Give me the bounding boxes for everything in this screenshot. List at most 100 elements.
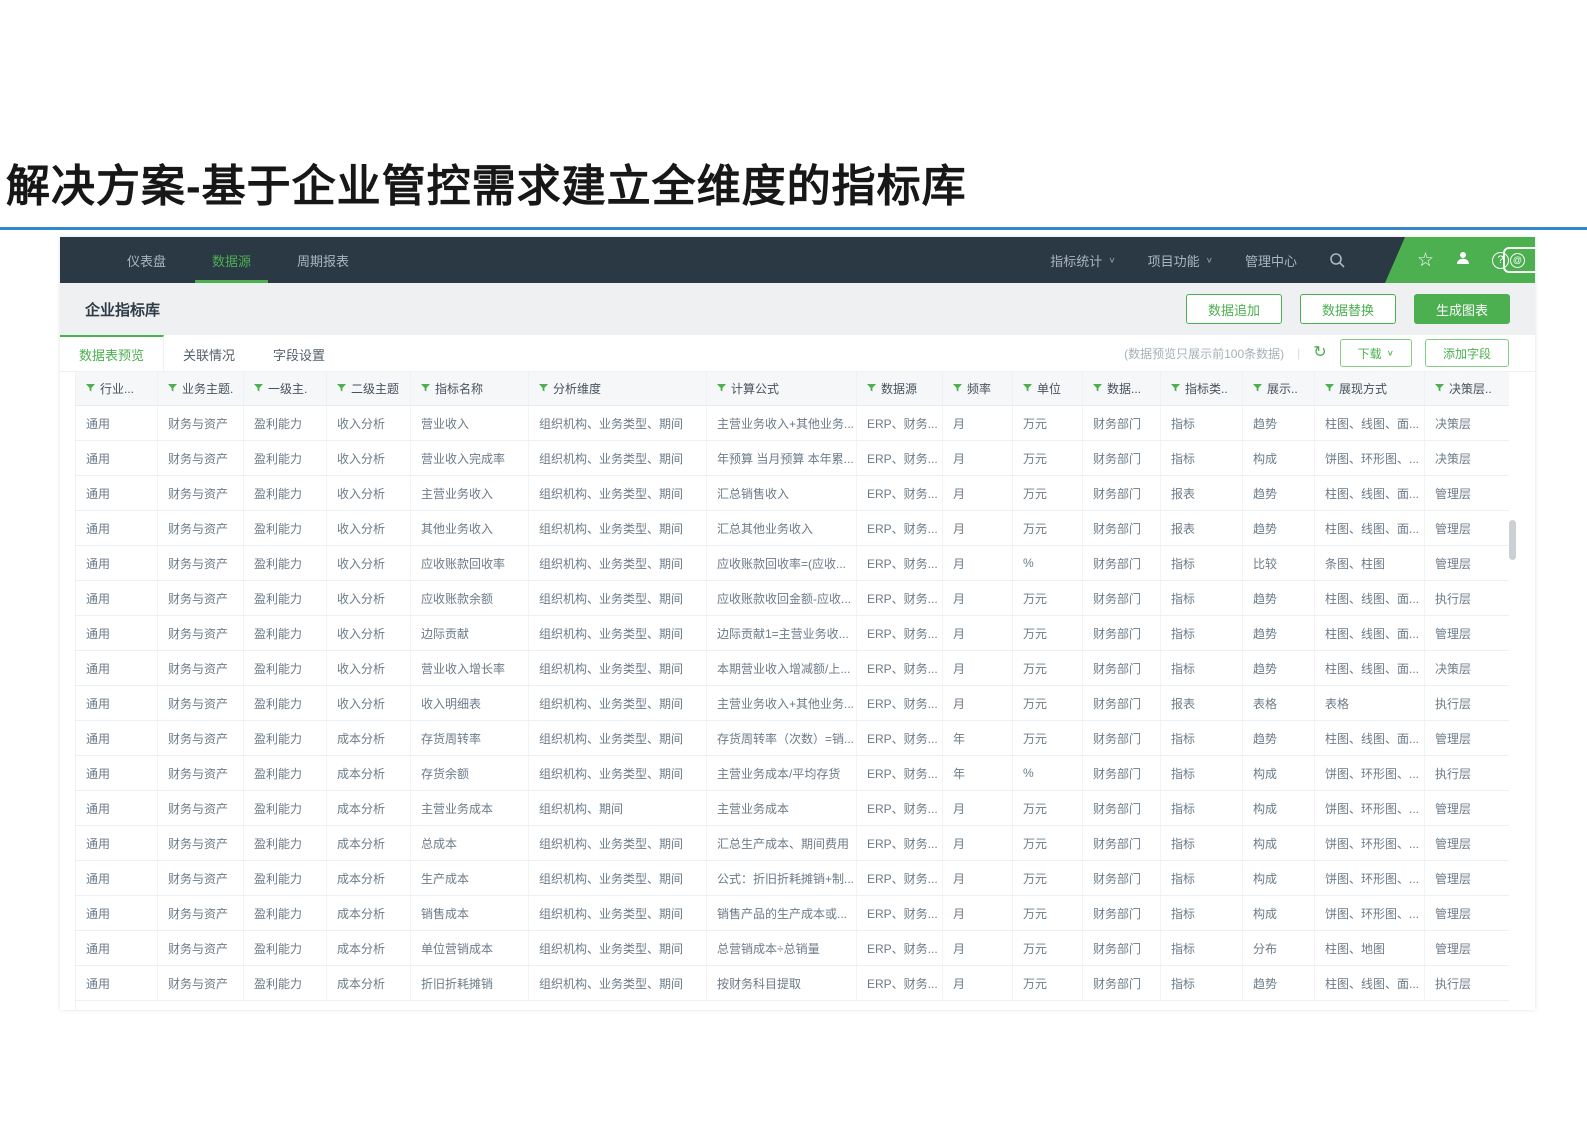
table-cell: 组织机构、业务类型、期间 [529, 861, 707, 895]
filter-icon[interactable] [1435, 384, 1444, 393]
table-col-header: 展现方式 [1315, 372, 1425, 405]
filter-icon[interactable] [168, 384, 177, 393]
header-button[interactable]: 数据替换 [1299, 294, 1396, 324]
table-cell: 成本分析 [327, 756, 411, 790]
table-cell: 组织机构、业务类型、期间 [529, 476, 707, 510]
table-cell: ERP、财务... [857, 826, 943, 860]
table-cell: 主营业务收入+其他业务... [707, 406, 857, 440]
column-label: 分析维度 [553, 382, 602, 396]
table-cell: 管理层 [1425, 721, 1509, 755]
filter-icon[interactable] [867, 384, 876, 393]
title-underline [0, 227, 1587, 230]
filter-icon[interactable] [1171, 384, 1180, 393]
table-cell: 财务部门 [1083, 651, 1161, 685]
filter-icon[interactable] [337, 384, 346, 393]
table-cell: 总成本 [411, 826, 529, 860]
nav-menu[interactable]: 管理中心 [1245, 251, 1297, 270]
table-cell: 通用 [76, 721, 158, 755]
nav-tab[interactable]: 数据源 [189, 237, 274, 283]
table-cell: 主营业务成本 [411, 791, 529, 825]
header-button[interactable]: 生成图表 [1413, 294, 1510, 324]
table-col-header: 业务主题. [158, 372, 244, 405]
table-cell: 柱图、线图、面... [1315, 616, 1425, 650]
table-col-header: 数据源 [857, 372, 943, 405]
table-cell: 执行层 [1425, 966, 1509, 1000]
table-cell: 财务与资产 [158, 686, 244, 720]
filter-icon[interactable] [1093, 384, 1102, 393]
filter-icon[interactable] [1023, 384, 1032, 393]
filter-icon[interactable] [1325, 384, 1334, 393]
table-cell: 万元 [1013, 931, 1083, 965]
table-cell: 构成 [1243, 861, 1315, 895]
table-cell: 成本分析 [327, 791, 411, 825]
navbar-menus: 指标统计 ∨ 项目功能 ∨ 管理中心 [1050, 237, 1345, 283]
table-cell: 汇总生产成本、期间费用 [707, 826, 857, 860]
nav-menu[interactable]: 指标统计 ∨ [1050, 251, 1115, 270]
navbar-tabs: 仪表盘 数据源 周期报表 [104, 237, 372, 283]
table-cell: 管理层 [1425, 896, 1509, 930]
table-cell: 组织机构、业务类型、期间 [529, 966, 707, 1000]
table-cell: 月 [943, 476, 1013, 510]
search-icon[interactable] [1329, 252, 1345, 268]
vertical-scrollbar[interactable] [1509, 520, 1516, 560]
table-col-header: 决策层.. [1425, 372, 1509, 405]
table-cell: 决策层 [1425, 651, 1509, 685]
table-cell: 汇总销售收入 [707, 476, 857, 510]
filter-icon[interactable] [717, 384, 726, 393]
table-cell: 万元 [1013, 581, 1083, 615]
nav-tab[interactable]: 仪表盘 [104, 237, 189, 283]
table-cell: 财务部门 [1083, 931, 1161, 965]
table-cell: ERP、财务... [857, 756, 943, 790]
table-cell: 财务与资产 [158, 826, 244, 860]
header-button[interactable]: 数据追加 [1185, 294, 1282, 324]
table-cell: 收入分析 [327, 406, 411, 440]
table-cell: 组织机构、业务类型、期间 [529, 826, 707, 860]
table-cell: 饼图、环形图、... [1315, 896, 1425, 930]
table-cell: 财务部门 [1083, 616, 1161, 650]
table-cell: 指标 [1161, 966, 1243, 1000]
filter-icon[interactable] [421, 384, 430, 393]
table-cell: 组织机构、业务类型、期间 [529, 686, 707, 720]
table-cell: 盈利能力 [244, 616, 327, 650]
table-cell: 财务部门 [1083, 756, 1161, 790]
table-cell: 通用 [76, 441, 158, 475]
star-icon[interactable]: ☆ [1417, 251, 1434, 270]
table-cell: 财务部门 [1083, 966, 1161, 1000]
table-cell: 通用 [76, 581, 158, 615]
filter-icon[interactable] [254, 384, 263, 393]
top-navbar: 仪表盘 数据源 周期报表 指标统计 ∨ 项目功能 ∨ 管理中心 ☆ ? @ [60, 237, 1535, 283]
table-cell: 柱图、线图、面... [1315, 651, 1425, 685]
table-cell: 收入分析 [327, 546, 411, 580]
table-cell: 应收账款回收率 [411, 546, 529, 580]
badge-icon[interactable]: @ [1503, 247, 1535, 273]
table-cell: ERP、财务... [857, 581, 943, 615]
table-cell: 指标 [1161, 721, 1243, 755]
nav-tab[interactable]: 周期报表 [274, 237, 372, 283]
download-button[interactable]: 下载 ∨ [1339, 339, 1412, 367]
filter-icon[interactable] [539, 384, 548, 393]
table-cell: 指标 [1161, 651, 1243, 685]
table-cell: 饼图、环形图、... [1315, 791, 1425, 825]
filter-icon[interactable] [953, 384, 962, 393]
table-cell: 决策层 [1425, 406, 1509, 440]
table-cell: 趋势 [1243, 616, 1315, 650]
refresh-icon[interactable]: ↻ [1313, 345, 1326, 361]
filter-icon[interactable] [86, 384, 95, 393]
table-row: 通用 财务与资产 盈利能力 成本分析 总成本 组织机构、业务类型、期间 汇总生产成本、期间费… [76, 826, 1509, 861]
add-field-button[interactable]: 添加字段 [1424, 339, 1509, 367]
filter-icon[interactable] [1253, 384, 1262, 393]
table-cell: 万元 [1013, 861, 1083, 895]
table-cell: 万元 [1013, 721, 1083, 755]
table-row: 通用 财务与资产 盈利能力 成本分析 主营业务成本 组织机构、期间 主营业务成本 ERP、财务… [76, 791, 1509, 826]
sub-tab[interactable]: 字段设置 [254, 335, 344, 371]
table-cell: 月 [943, 896, 1013, 930]
table-cell: 月 [943, 861, 1013, 895]
table-cell: 万元 [1013, 686, 1083, 720]
sub-tab[interactable]: 关联情况 [164, 335, 254, 371]
table-row: 通用 财务与资产 盈利能力 成本分析 销售成本 组织机构、业务类型、期间 销售产品的生产成本… [76, 896, 1509, 931]
nav-menu[interactable]: 项目功能 ∨ [1148, 251, 1213, 270]
table-cell: 组织机构、业务类型、期间 [529, 546, 707, 580]
sub-tab[interactable]: 数据表预览 [60, 335, 165, 371]
table-cell: 组织机构、业务类型、期间 [529, 721, 707, 755]
user-icon[interactable] [1454, 249, 1472, 272]
